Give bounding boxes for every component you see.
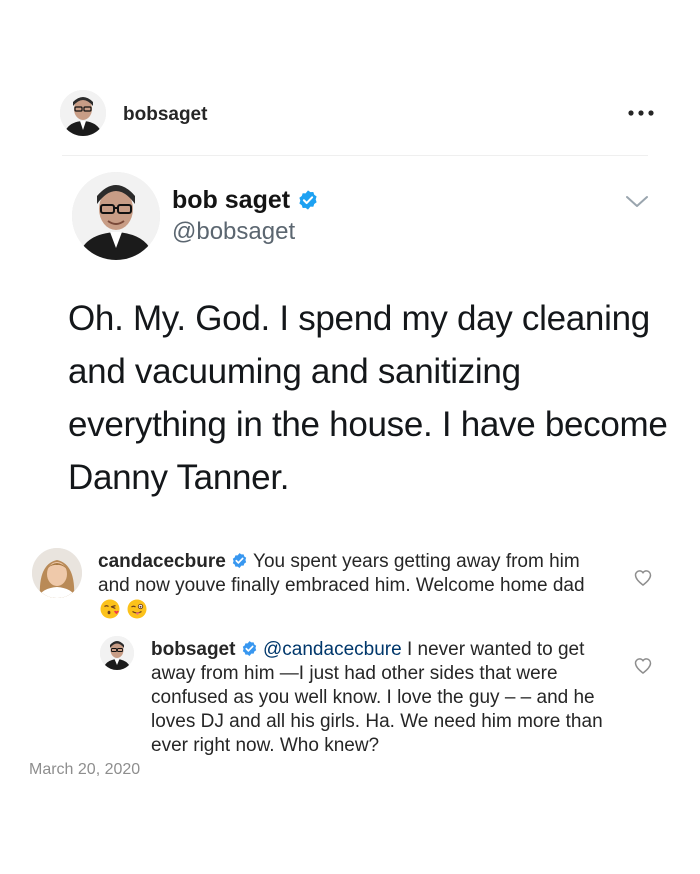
verified-badge-icon (299, 190, 317, 210)
tweet-author-avatar (72, 172, 160, 260)
reply-mention-link[interactable]: @candacecbure (263, 639, 402, 660)
post-timestamp: March 20, 2020 (29, 761, 141, 778)
post-author-avatar[interactable] (60, 90, 106, 136)
like-heart-icon[interactable] (633, 656, 653, 676)
face-blowing-kiss-icon (100, 599, 120, 619)
commenter-avatar[interactable] (32, 548, 82, 598)
avatar-photo (100, 636, 134, 670)
winking-face-with-tongue-icon (127, 599, 147, 619)
chevron-down-icon (626, 196, 648, 207)
tweet-name-row: bob saget (172, 184, 319, 216)
more-options-icon[interactable] (626, 106, 656, 120)
tweet-text: Oh. My. God. I spend my day cleaning and… (68, 299, 668, 497)
post-header: bobsaget (0, 0, 700, 156)
tweet-author-handle: @bobsaget (172, 218, 296, 245)
header-divider (62, 155, 648, 156)
tweet-author-name: bob saget (172, 185, 291, 214)
avatar-photo (60, 90, 106, 136)
verified-badge-icon (242, 641, 256, 656)
avatar-photo (72, 172, 160, 260)
comment-body: candacecbure You spent years getting awa… (98, 550, 608, 622)
avatar-photo (32, 548, 82, 598)
verified-badge-icon (232, 553, 247, 568)
comment-username[interactable]: candacecbure (98, 551, 226, 572)
like-heart-icon[interactable] (633, 568, 653, 588)
reply-body: bobsaget @candacecbure I never wanted to… (151, 638, 611, 758)
reply-username[interactable]: bobsaget (151, 639, 235, 660)
reply-author-avatar[interactable] (100, 636, 134, 670)
post-author-username[interactable]: bobsaget (123, 104, 207, 126)
